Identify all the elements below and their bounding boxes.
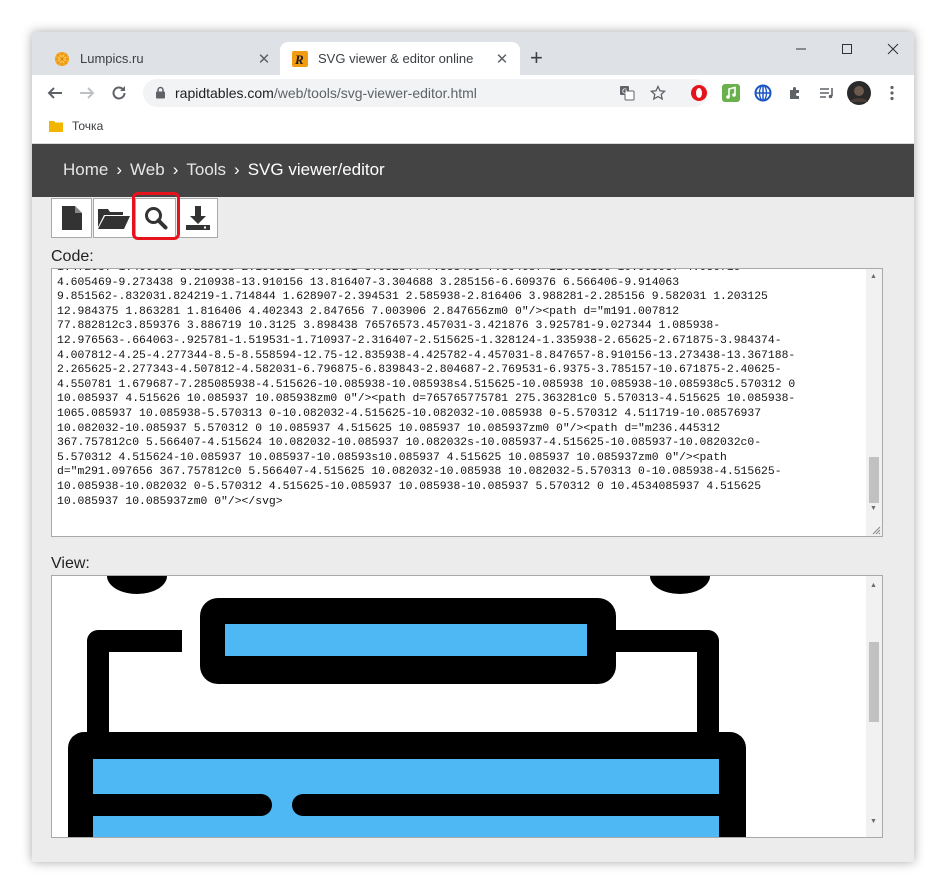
scroll-thumb[interactable] — [869, 642, 879, 722]
lock-icon — [156, 86, 165, 99]
puzzle-extensions-icon[interactable] — [785, 83, 805, 103]
menu-kebab-icon[interactable] — [882, 83, 902, 103]
bookmark-label: Точка — [72, 119, 104, 133]
view-label: View: — [51, 555, 90, 572]
address-bar[interactable]: rapidtables.com/web/tools/svg-viewer-edi… — [143, 79, 708, 107]
breadcrumb-current: SVG viewer/editor — [247, 160, 385, 179]
page-content: Home › Web › Tools › SVG viewer/editor Code: 1… — [32, 144, 914, 862]
opera-extension-icon[interactable] — [689, 83, 709, 103]
download-button[interactable] — [177, 198, 218, 238]
globe-extension-icon[interactable] — [753, 83, 773, 103]
scroll-down-icon[interactable]: ▼ — [870, 505, 877, 512]
download-icon — [185, 206, 210, 230]
scroll-down-icon[interactable]: ▼ — [870, 818, 877, 825]
close-window-icon[interactable] — [870, 38, 914, 60]
resize-grip-icon[interactable] — [871, 525, 881, 535]
svg-text:R: R — [294, 52, 304, 67]
tab-svg-viewer[interactable]: R SVG viewer & editor online ✕ — [280, 42, 520, 75]
code-scrollbar[interactable]: ▲ ▼ — [866, 269, 882, 536]
media-queue-icon[interactable] — [817, 83, 837, 103]
breadcrumb-home[interactable]: Home — [63, 160, 108, 179]
view-scrollbar[interactable]: ▲ ▼ — [866, 576, 882, 837]
open-folder-icon — [97, 209, 130, 229]
breadcrumb-separator: › — [116, 160, 123, 179]
new-tab-icon[interactable]: + — [530, 47, 543, 69]
minimize-icon[interactable] — [778, 38, 824, 60]
scroll-up-icon[interactable]: ▲ — [870, 273, 877, 280]
code-label: Code: — [51, 248, 94, 265]
bookmark-star-icon[interactable] — [650, 85, 666, 101]
new-file-icon — [61, 206, 82, 230]
translate-icon[interactable]: G — [619, 85, 635, 101]
breadcrumb-separator: › — [172, 160, 179, 179]
tab-strip: Lumpics.ru ✕ R SVG viewer & editor onlin… — [32, 32, 914, 75]
url-text: rapidtables.com/web/tools/svg-viewer-edi… — [175, 85, 477, 101]
music-extension-icon[interactable] — [721, 83, 741, 103]
profile-avatar[interactable] — [847, 81, 871, 105]
rapidtables-favicon-icon: R — [292, 50, 308, 67]
scroll-up-icon[interactable]: ▲ — [870, 582, 877, 589]
back-icon[interactable] — [43, 81, 67, 105]
open-file-button[interactable] — [93, 198, 134, 238]
svg-preview-image — [68, 576, 746, 837]
breadcrumb-bar: Home › Web › Tools › SVG viewer/editor — [32, 144, 914, 197]
forward-icon[interactable] — [75, 81, 99, 105]
tab-lumpics[interactable]: Lumpics.ru ✕ — [42, 42, 282, 75]
svg-preview: ▲ ▼ — [51, 575, 883, 838]
bookmark-folder[interactable]: Точка — [48, 119, 103, 133]
reload-icon[interactable] — [107, 81, 131, 105]
scroll-thumb[interactable] — [869, 457, 879, 503]
breadcrumb-tools[interactable]: Tools — [186, 160, 226, 179]
code-textarea[interactable]: 1.472657 1.460938-2.210938 2.195313-3.67… — [51, 268, 883, 537]
tab-title: SVG viewer & editor online — [318, 51, 474, 66]
close-tab-icon[interactable]: ✕ — [492, 50, 512, 68]
breadcrumb: Home › Web › Tools › SVG viewer/editor — [63, 160, 385, 180]
url-host: rapidtables.com — [175, 85, 274, 101]
breadcrumb-separator: › — [234, 160, 240, 179]
new-file-button[interactable] — [51, 198, 92, 238]
breadcrumb-web[interactable]: Web — [130, 160, 165, 179]
tab-title: Lumpics.ru — [80, 51, 144, 66]
svg-text:G: G — [622, 88, 627, 96]
browser-window: Lumpics.ru ✕ R SVG viewer & editor onlin… — [32, 32, 914, 862]
code-text: 1.472657 1.460938-2.210938 2.195313-3.67… — [57, 268, 796, 508]
maximize-icon[interactable] — [824, 38, 870, 60]
browser-toolbar: rapidtables.com/web/tools/svg-viewer-edi… — [32, 75, 914, 111]
bookmarks-bar: Точка — [32, 111, 914, 144]
highlight-frame — [132, 192, 180, 240]
close-tab-icon[interactable]: ✕ — [254, 50, 274, 68]
orange-favicon-icon — [55, 51, 69, 66]
folder-icon — [49, 121, 63, 132]
url-path: /web/tools/svg-viewer-editor.html — [273, 85, 477, 101]
